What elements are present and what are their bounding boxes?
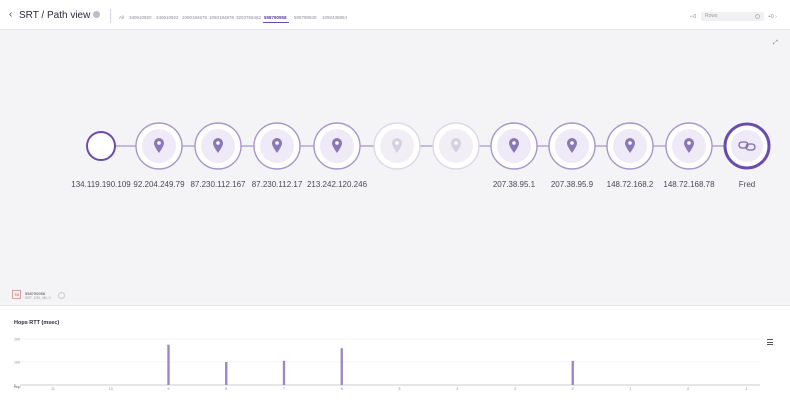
- x-tick-label: 4: [456, 387, 458, 391]
- page-title: SRT / Path view: [19, 10, 91, 21]
- prev-rows-button[interactable]: ‹-0: [690, 14, 696, 20]
- selected-badge[interactable]: 78: [12, 290, 21, 299]
- hop-node-7[interactable]: [490, 122, 538, 170]
- rtt-chart: 2001000Hop 11 10 9 8 7 6 5 4 3 2 1 0 -1: [14, 338, 760, 391]
- y-tick-label: 100: [14, 361, 20, 365]
- info-icon[interactable]: [93, 11, 100, 18]
- hop-node-8[interactable]: [548, 122, 596, 170]
- search-input[interactable]: Rows: [701, 12, 764, 21]
- rtt-chart-panel: Hops RTT (msec) 200 100 0 Hop 11 10 9 8 7 6 5 4 3 2 1 0…: [0, 305, 790, 407]
- active-tab-underline: [263, 22, 289, 23]
- x-tick-label: 5: [399, 387, 401, 391]
- hop-node-3[interactable]: [253, 122, 301, 170]
- tab-path[interactable]: 340610922: [156, 15, 179, 20]
- x-axis-label: Hop: [14, 385, 20, 389]
- tab-path[interactable]: 508790940: [294, 15, 317, 20]
- x-tick-label: 8: [225, 387, 227, 391]
- x-tick-label: 1: [630, 387, 632, 391]
- x-tick-label: 9: [168, 387, 170, 391]
- tab-path[interactable]: 3203768462: [236, 15, 261, 20]
- search-placeholder: Rows: [705, 13, 718, 19]
- hop-node-10[interactable]: [665, 122, 713, 170]
- next-rows-button[interactable]: +0 ›: [768, 14, 777, 20]
- header-divider: [110, 9, 111, 23]
- x-tick-label: 6: [341, 387, 343, 391]
- rtt-bar[interactable]: [167, 344, 170, 385]
- top-header: ‹ SRT / Path view All 340610920 34061092…: [0, 0, 790, 30]
- tab-path[interactable]: 1092435864: [322, 15, 347, 20]
- back-arrow-icon[interactable]: ‹: [9, 9, 12, 20]
- hop-node-0[interactable]: [86, 131, 116, 161]
- tab-path-active[interactable]: 558790958: [264, 15, 287, 20]
- hop-node-5[interactable]: [373, 122, 421, 170]
- hop-node-11[interactable]: [723, 122, 771, 170]
- x-tick-label: 3: [514, 387, 516, 391]
- x-tick-label: 0: [687, 387, 689, 391]
- rtt-bar[interactable]: [282, 360, 286, 385]
- tab-path[interactable]: 340610920: [129, 15, 152, 20]
- hop-node-6[interactable]: [432, 122, 480, 170]
- x-tick-label: 10: [109, 387, 113, 391]
- x-tick-label: 2: [572, 387, 574, 391]
- rtt-bar[interactable]: [571, 360, 574, 385]
- selected-status-icon: [58, 292, 65, 299]
- search-clear-icon[interactable]: [755, 14, 760, 19]
- tab-path[interactable]: 1060184876: [209, 15, 234, 20]
- rtt-bar[interactable]: [340, 348, 343, 385]
- tab-path[interactable]: 1060184676: [182, 15, 207, 20]
- x-tick-label: 11: [51, 387, 55, 391]
- hop-node-2[interactable]: [194, 122, 242, 170]
- rtt-bar[interactable]: [225, 362, 228, 385]
- hop-node-9[interactable]: [606, 122, 654, 170]
- hop-label: 213.242.120.246: [306, 180, 368, 189]
- hop-node-4[interactable]: [313, 122, 361, 170]
- expand-icon[interactable]: ⤢: [773, 40, 778, 47]
- x-tick-label: 7: [283, 387, 285, 391]
- tab-all[interactable]: All: [119, 15, 124, 20]
- path-diagram: [86, 122, 771, 170]
- selected-path-details: SRT, 1R0, 4M, 0: [25, 296, 51, 300]
- x-tick-label: -1: [744, 387, 747, 391]
- y-tick-label: 200: [14, 338, 20, 342]
- hop-node-1[interactable]: [135, 122, 183, 170]
- hop-label: Fred: [738, 180, 756, 189]
